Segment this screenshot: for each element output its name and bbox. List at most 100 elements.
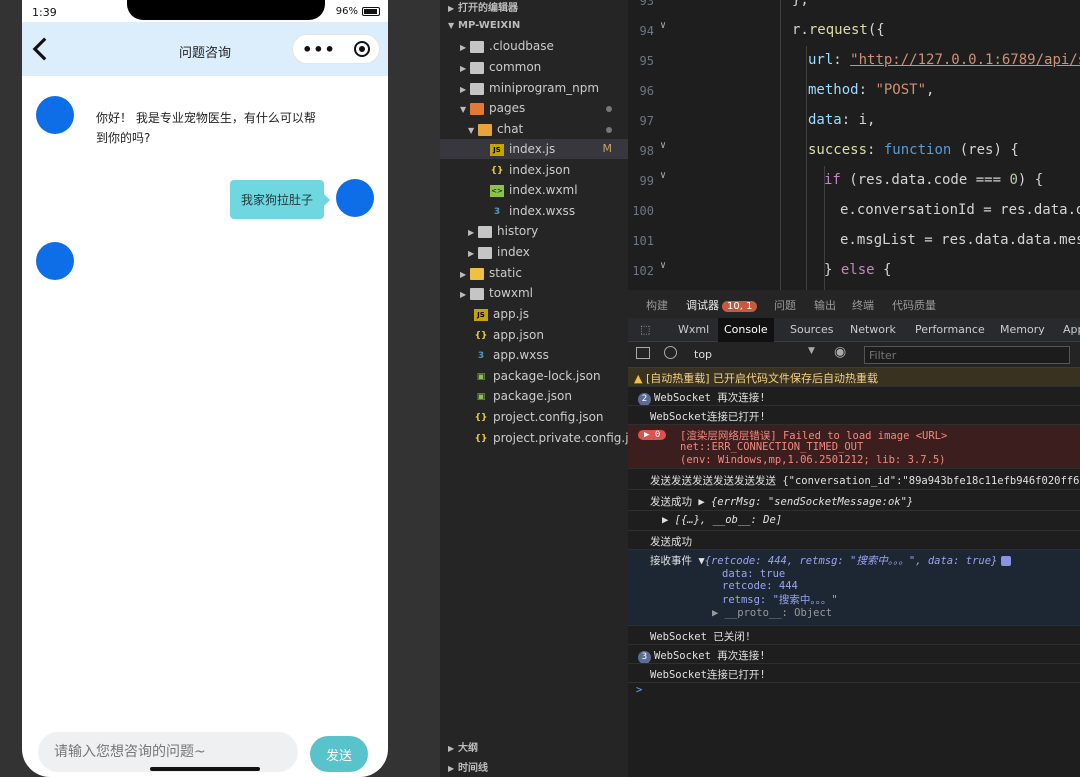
- folder-icon: [470, 40, 484, 53]
- console-log: WebSocket连接已打开!: [628, 664, 1080, 683]
- tab-build[interactable]: 构建: [646, 297, 668, 313]
- context-select[interactable]: top: [688, 346, 820, 364]
- line-number: 99: [639, 174, 654, 188]
- tree-item-static[interactable]: ▶ static: [440, 263, 628, 283]
- tree-item-app-js[interactable]: JS app.js: [440, 304, 628, 324]
- tree-item-chat[interactable]: ▼ chat: [440, 119, 628, 139]
- code-token: e.conversationId = res.data.d: [840, 202, 1080, 218]
- question-input[interactable]: [38, 732, 298, 772]
- console-prop[interactable]: ▶ __proto__: Object: [650, 607, 1080, 619]
- tree-label: .cloudbase: [489, 39, 554, 53]
- code-editor[interactable]: 93 94 ∨ 95 96 97 98 ∨ 99 ∨ 100 101 102 ∨…: [628, 0, 1080, 290]
- code-token: r.: [792, 22, 809, 38]
- tree-label: app.json: [493, 328, 544, 342]
- code-line-100: e.conversationId = res.data.d: [840, 202, 1080, 218]
- folder-icon: [470, 267, 484, 280]
- chevron-down-icon: ▼: [460, 105, 467, 114]
- send-button[interactable]: 发送: [310, 736, 368, 772]
- code-token: (res) {: [951, 142, 1019, 158]
- modified-dot-icon: [606, 127, 612, 133]
- more-icon[interactable]: •••: [302, 40, 336, 59]
- close-miniprogram-icon[interactable]: [353, 41, 370, 57]
- console-object[interactable]: {retcode: 444, retmsg: "搜索中。。。", data: t…: [705, 555, 998, 567]
- console-log-expanded: 接收事件 ▼{retcode: 444, retmsg: "搜索中。。。", d…: [628, 550, 1080, 626]
- tree-label: index.wxml: [509, 183, 578, 197]
- json-file-icon: {}: [490, 165, 504, 176]
- tab-problems[interactable]: 问题: [774, 297, 796, 313]
- tree-label: towxml: [489, 286, 533, 300]
- bot-avatar-pending: [36, 242, 74, 280]
- console-text: net::ERR_CONNECTION_TIMED_OUT: [680, 441, 864, 453]
- eye-icon[interactable]: ◉: [834, 344, 846, 360]
- fold-chevron-icon[interactable]: ∨: [660, 170, 666, 181]
- tab-app[interactable]: App: [1057, 318, 1080, 342]
- tree-item-towxml[interactable]: ▶ towxml: [440, 283, 628, 303]
- tree-item-pages[interactable]: ▼ pages: [440, 98, 628, 118]
- json-file-icon: {}: [474, 412, 488, 423]
- tree-item-chat-index-wxss[interactable]: 3 index.wxss: [440, 201, 628, 221]
- console-text: 接收事件 ▼: [650, 555, 705, 567]
- tab-sources[interactable]: Sources: [784, 318, 840, 342]
- tree-label: index: [497, 245, 530, 259]
- line-number: 100: [632, 204, 654, 218]
- console-log: 2 WebSocket 再次连接!: [628, 387, 1080, 406]
- tab-network[interactable]: Network: [844, 318, 902, 342]
- tree-item-common[interactable]: ▶ common: [440, 57, 628, 77]
- tree-label: index.wxss: [509, 204, 576, 218]
- tree-item-history[interactable]: ▶ history: [440, 221, 628, 241]
- tree-item-miniprogram-npm[interactable]: ▶ miniprogram_npm: [440, 78, 628, 98]
- tree-item-index[interactable]: ▶ index: [440, 242, 628, 262]
- fold-chevron-icon[interactable]: ∨: [660, 20, 666, 31]
- code-line-98: success: function (res) {: [808, 142, 1019, 158]
- code-line-101: e.msgList = res.data.data.mes: [840, 232, 1080, 248]
- tree-item-app-json[interactable]: {} app.json: [440, 325, 628, 345]
- tab-output[interactable]: 输出: [814, 297, 836, 313]
- tree-item-chat-index-json[interactable]: {} index.json: [440, 160, 628, 180]
- console-text: 发送发送发送发送发送发送 {"conversation_id":"89a943b…: [650, 475, 1080, 487]
- code-token: success: [808, 142, 868, 158]
- tree-item-package-json[interactable]: ▣ package.json: [440, 386, 628, 406]
- outline-section[interactable]: ▶ 大纲: [440, 740, 628, 758]
- tree-item-chat-index-wxml[interactable]: <> index.wxml: [440, 180, 628, 200]
- timeline-section[interactable]: ▶ 时间线: [440, 760, 628, 777]
- repeat-count: 2: [638, 393, 651, 405]
- tab-wxml[interactable]: Wxml: [672, 318, 715, 342]
- tab-code-quality[interactable]: 代码质量: [892, 297, 936, 313]
- tree-item-project-private-config[interactable]: {} project.private.config.js...: [440, 428, 628, 448]
- code-token: e.msgList = res.data.data.mes: [840, 232, 1080, 248]
- code-token: (res.data.code ===: [840, 172, 1010, 188]
- tree-item-chat-index-js[interactable]: JS index.js M: [440, 139, 628, 159]
- fold-chevron-icon[interactable]: ∨: [660, 140, 666, 151]
- console-object[interactable]: {errMsg: "sendSocketMessage:ok"}: [711, 496, 913, 508]
- code-token: "POST": [875, 82, 927, 98]
- chevron-right-icon: ▶: [448, 4, 455, 13]
- tab-console[interactable]: Console: [718, 318, 774, 342]
- folder-open-icon: [478, 123, 492, 136]
- timeline-label: 时间线: [458, 763, 488, 774]
- code-token: "http://127.0.0.1:6789/api/s: [850, 52, 1080, 68]
- fold-chevron-icon[interactable]: ∨: [660, 260, 666, 271]
- inspect-element-icon[interactable]: ⬚: [634, 318, 656, 342]
- code-line-93: };: [792, 0, 809, 8]
- console-text: WebSocket 已关闭!: [650, 631, 752, 643]
- tree-item-project-config[interactable]: {} project.config.json: [440, 407, 628, 427]
- code-token: : i,: [841, 112, 876, 128]
- sidebar-toggle-icon[interactable]: [636, 347, 650, 359]
- project-section[interactable]: ▼ MP-WEIXIN: [440, 17, 628, 35]
- console-object[interactable]: ▶ [{…}, __ob__: De]: [662, 514, 782, 526]
- console-text: (env: Windows,mp,1.06.2501212; lib: 3.7.…: [680, 454, 946, 466]
- tab-performance[interactable]: Performance: [909, 318, 991, 342]
- tree-item-app-wxss[interactable]: 3 app.wxss: [440, 345, 628, 365]
- open-editors-section[interactable]: ▶ 打开的编辑器: [440, 0, 628, 18]
- package-file-icon: ▣: [476, 371, 486, 382]
- tab-debugger[interactable]: 调试器 10, 1: [686, 297, 758, 313]
- modified-dot-icon: [606, 106, 612, 112]
- filter-input[interactable]: [864, 346, 1070, 364]
- tree-item-cloudbase[interactable]: ▶ .cloudbase: [440, 36, 628, 56]
- tab-memory[interactable]: Memory: [994, 318, 1051, 342]
- clear-console-icon[interactable]: [664, 346, 677, 359]
- console-prompt[interactable]: >: [628, 683, 1080, 698]
- console-warning: ▲ [自动热重载] 已开启代码文件保存后自动热重载: [628, 368, 1080, 387]
- tab-terminal[interactable]: 终端: [852, 297, 874, 313]
- tree-item-package-lock[interactable]: ▣ package-lock.json: [440, 366, 628, 386]
